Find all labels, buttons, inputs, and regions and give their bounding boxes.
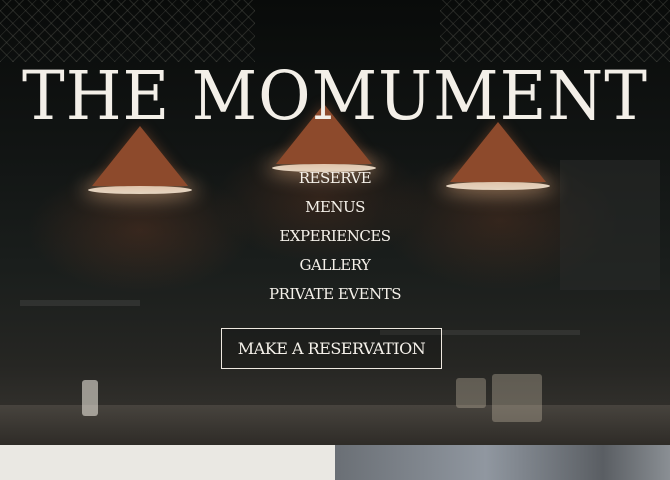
nav-item: PRIVATE EVENTS <box>0 282 670 311</box>
nav-link-menus[interactable]: MENUS <box>305 198 365 216</box>
ceiling-grille <box>0 0 255 62</box>
nav-item: EXPERIENCES <box>0 224 670 253</box>
nav-link-private-events[interactable]: PRIVATE EVENTS <box>269 285 402 303</box>
jar <box>456 378 486 408</box>
section-image-right <box>335 445 670 480</box>
main-nav: RESERVE MENUS EXPERIENCES GALLERY PRIVAT… <box>0 166 670 311</box>
nav-item: RESERVE <box>0 166 670 195</box>
ceiling-grille <box>440 0 670 62</box>
nav-link-experiences[interactable]: EXPERIENCES <box>279 227 391 245</box>
nav-link-reserve[interactable]: RESERVE <box>299 169 372 187</box>
nav-item: MENUS <box>0 195 670 224</box>
make-reservation-button[interactable]: MAKE A RESERVATION <box>221 328 442 369</box>
section-panel-left <box>0 445 335 480</box>
nav-link-gallery[interactable]: GALLERY <box>300 256 371 274</box>
container <box>492 374 542 422</box>
hero-section: THE MOMUMENT RESERVE MENUS EXPERIENCES G… <box>0 0 670 445</box>
nav-item: GALLERY <box>0 253 670 282</box>
bottle <box>82 380 98 416</box>
kitchen-counter <box>0 405 670 445</box>
page-title: THE MOMUMENT <box>22 58 648 136</box>
